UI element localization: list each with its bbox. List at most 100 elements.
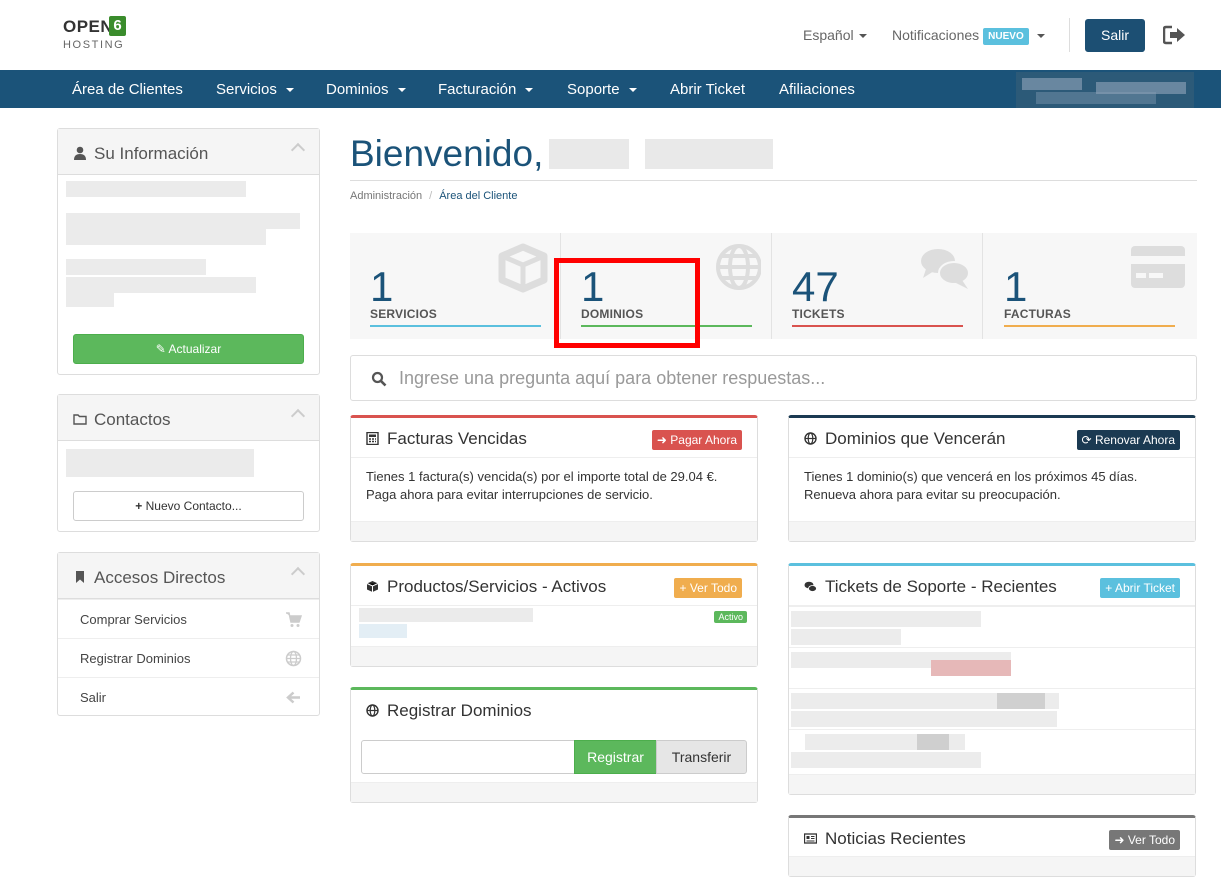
nav-services[interactable]: Servicios <box>216 81 294 98</box>
tile-accent-bar <box>1004 325 1175 327</box>
nav-support[interactable]: Soporte <box>567 81 637 98</box>
arrow-left-icon <box>286 691 300 704</box>
shortcut-label: Comprar Servicios <box>80 612 187 627</box>
shortcut-logout[interactable]: Salir <box>58 677 319 716</box>
shortcut-buy-services[interactable]: Comprar Servicios <box>58 599 319 638</box>
panel-title: Facturas Vencidas <box>366 429 527 449</box>
panel-title-label: Noticias Recientes <box>825 829 966 848</box>
account-menu[interactable] <box>1016 72 1194 108</box>
tile-value: 47 <box>792 263 839 310</box>
globe-icon <box>716 244 761 290</box>
panel-shortcuts: Accesos Directos Comprar Servicios Regis… <box>57 552 320 716</box>
notifications-dropdown[interactable]: Notificaciones NUEVO <box>892 27 1045 45</box>
view-all-news-label: Ver Todo <box>1127 833 1175 847</box>
shortcut-register-domains[interactable]: Registrar Dominios <box>58 638 319 677</box>
panel-title: Tickets de Soporte - Recientes <box>804 577 1057 597</box>
logo-subtext: HOSTING <box>63 39 125 51</box>
panel-footer <box>789 774 1195 794</box>
user-icon <box>74 146 86 160</box>
panel-footer <box>351 782 757 802</box>
search-input[interactable] <box>399 364 1179 392</box>
table-row[interactable] <box>789 729 1195 770</box>
table-row[interactable] <box>789 647 1195 688</box>
redacted-text <box>791 611 981 627</box>
plus-icon: + <box>679 581 687 595</box>
logo[interactable]: OPEN 6 HOSTING <box>63 16 133 54</box>
panel-footer <box>789 856 1195 876</box>
shortcut-label: Registrar Dominios <box>80 651 191 666</box>
chevron-down-icon <box>628 88 637 93</box>
folder-icon <box>73 414 87 425</box>
chevron-down-icon <box>525 88 534 93</box>
transfer-button[interactable]: Transferir <box>656 740 747 774</box>
pay-now-label: Pagar Ahora <box>670 433 737 447</box>
arrow-right-icon: ➜ <box>1114 833 1125 847</box>
panel-footer <box>789 521 1195 541</box>
cube-icon <box>366 581 379 592</box>
panel-header: Contactos <box>58 395 319 441</box>
nav-billing[interactable]: Facturación <box>438 81 534 98</box>
search-icon <box>371 371 387 387</box>
tile-invoices[interactable]: 1 FACTURAS <box>984 233 1195 339</box>
cube-icon <box>498 243 548 293</box>
chevron-down-icon <box>397 88 406 93</box>
redacted-text <box>66 259 206 275</box>
pay-now-button[interactable]: ➜ Pagar Ahora <box>651 430 742 450</box>
chevron-up-icon[interactable] <box>290 142 306 158</box>
nav-affiliates[interactable]: Afiliaciones <box>779 81 855 98</box>
page-title: Bienvenido, <box>350 133 544 174</box>
panel-title: Registrar Dominios <box>366 701 532 721</box>
nav-client-area[interactable]: Área de Clientes <box>72 81 183 98</box>
open-ticket-button[interactable]: + Abrir Ticket <box>1100 578 1180 598</box>
panel-title: Noticias Recientes <box>804 829 966 849</box>
refresh-icon: ⟳ <box>1081 433 1092 447</box>
view-all-button[interactable]: + Ver Todo <box>674 578 742 598</box>
panel-overdue-invoices: Facturas Vencidas ➜ Pagar Ahora Tienes 1… <box>350 415 758 542</box>
renew-now-button[interactable]: ⟳ Renovar Ahora <box>1076 430 1180 450</box>
list-item[interactable]: Activo <box>351 606 757 648</box>
table-row[interactable] <box>789 688 1195 729</box>
tile-tickets[interactable]: 47 TICKETS <box>772 233 983 339</box>
nav-open-ticket[interactable]: Abrir Ticket <box>670 81 745 98</box>
new-contact-button[interactable]: + Nuevo Contacto... <box>73 491 304 521</box>
update-button[interactable]: ✎ Actualizar <box>73 334 304 364</box>
globe-icon <box>804 432 817 445</box>
panel-header: Dominios que Vencerán ⟳ Renovar Ahora <box>789 418 1195 458</box>
logout-button[interactable]: Salir <box>1085 19 1145 52</box>
logout-icon[interactable] <box>1163 25 1187 45</box>
panel-body: Tienes 1 dominio(s) que vencerá en los p… <box>789 458 1195 514</box>
view-all-news-button[interactable]: ➜ Ver Todo <box>1109 830 1180 850</box>
nav-domains[interactable]: Dominios <box>326 81 406 98</box>
panel-active-products: Productos/Servicios - Activos + Ver Todo… <box>350 563 758 667</box>
panel-contacts: Contactos + Nuevo Contacto... <box>57 394 320 532</box>
expiring-text-1: Tienes 1 dominio(s) que vencerá en los p… <box>804 469 1138 484</box>
plus-icon: + <box>135 499 146 513</box>
knowledgebase-search <box>350 355 1197 401</box>
notifications-label: Notificaciones <box>892 27 980 43</box>
nav-label: Servicios <box>216 81 277 98</box>
panel-title-label: Dominios que Vencerán <box>825 429 1006 448</box>
divider <box>350 180 1197 181</box>
tile-services[interactable]: 1 SERVICIOS <box>350 233 561 339</box>
tile-label: TICKETS <box>792 307 845 321</box>
chevron-up-icon[interactable] <box>290 408 306 424</box>
register-button[interactable]: Registrar <box>574 740 657 774</box>
panel-expiring-domains: Dominios que Vencerán ⟳ Renovar Ahora Ti… <box>788 415 1196 542</box>
tile-label: FACTURAS <box>1004 307 1071 321</box>
domain-input[interactable] <box>361 740 575 774</box>
breadcrumb-home[interactable]: Administración <box>350 190 422 202</box>
nav-label: Dominios <box>326 81 389 98</box>
table-row[interactable] <box>789 606 1195 647</box>
shopping-cart-icon <box>286 612 302 627</box>
panel-title: Contactos <box>73 410 171 430</box>
redacted-text <box>791 629 901 645</box>
renew-now-label: Renovar Ahora <box>1094 433 1175 447</box>
globe-icon <box>285 650 302 667</box>
panel-title-label: Accesos Directos <box>94 568 226 587</box>
chevron-down-icon <box>858 34 867 39</box>
redacted-text <box>66 229 266 245</box>
plus-icon: + <box>1105 581 1113 595</box>
stats-tiles: 1 SERVICIOS 1 DOMINIOS 47 TICKETS 1 FACT… <box>350 233 1197 339</box>
chevron-up-icon[interactable] <box>290 566 306 582</box>
language-dropdown[interactable]: Español <box>803 27 867 43</box>
